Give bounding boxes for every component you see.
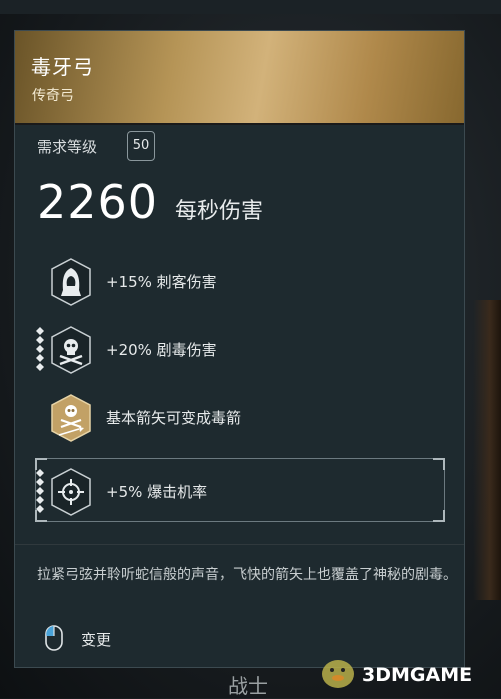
poison-arrow-icon	[51, 394, 91, 442]
background-right-edge	[473, 300, 501, 600]
item-tooltip-card: 毒牙弓 传奇弓 需求等级 50 2260 每秒伤害 +15% 刺客伤害 +20%…	[14, 30, 465, 668]
item-header: 毒牙弓 传奇弓	[15, 31, 464, 125]
perk-row-critical-chance[interactable]: +5% 爆击机率	[15, 461, 464, 521]
slot-dots-icon	[36, 469, 44, 513]
dps-value: 2260	[37, 175, 159, 229]
perk-label: +15% 刺客伤害	[106, 273, 217, 291]
background-top-strip	[0, 0, 501, 14]
section-divider	[15, 544, 464, 545]
perk-row-poison-damage: +20% 剧毒伤害	[15, 319, 464, 379]
perk-label: +20% 剧毒伤害	[106, 341, 217, 359]
mouse-icon[interactable]	[45, 625, 63, 651]
dps-label: 每秒伤害	[175, 199, 264, 224]
item-rarity: 传奇弓	[32, 88, 74, 104]
change-action-label[interactable]: 变更	[81, 629, 111, 650]
perk-label: 基本箭矢可变成毒箭	[106, 409, 242, 427]
perk-row-poison-arrows: 基本箭矢可变成毒箭	[15, 387, 464, 447]
hooded-assassin-icon	[51, 258, 91, 306]
perk-row-assassin-damage: +15% 刺客伤害	[15, 251, 464, 311]
item-description: 拉紧弓弦并聆听蛇信般的声音，飞快的箭矢上也覆盖了神秘的剧毒。	[37, 567, 457, 583]
class-label: 战士	[228, 674, 268, 698]
item-name: 毒牙弓	[31, 55, 94, 79]
required-level-badge: 50	[127, 131, 155, 161]
crosshair-icon	[51, 468, 91, 516]
watermark-text: 3DMGAME	[362, 664, 473, 686]
perk-label: +5% 爆击机率	[106, 483, 208, 501]
slot-dots-icon	[36, 327, 44, 371]
required-level-label: 需求等级	[37, 138, 98, 156]
skull-crossbones-icon	[51, 326, 91, 374]
